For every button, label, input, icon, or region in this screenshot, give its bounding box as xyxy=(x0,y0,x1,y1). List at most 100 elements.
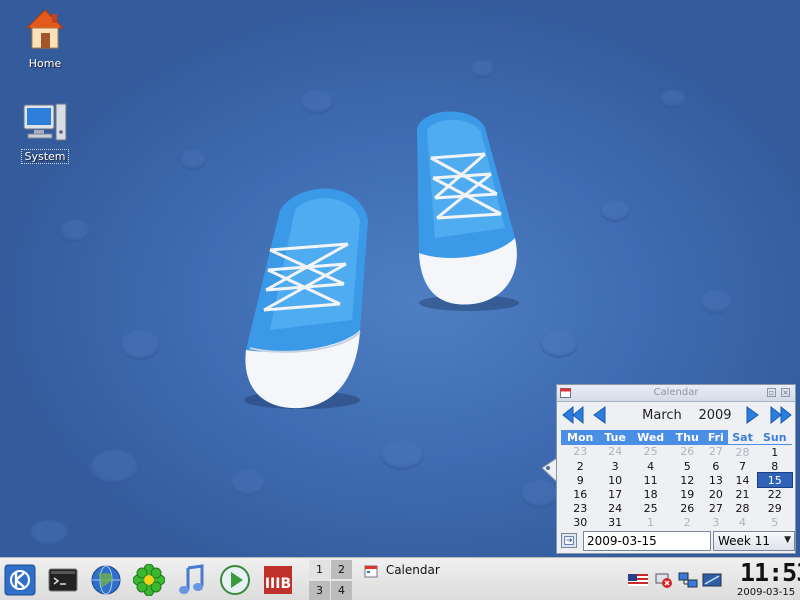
calendar-day[interactable]: 12 xyxy=(670,473,704,487)
calendar-day[interactable]: 23 xyxy=(561,501,599,515)
weekday-header: Sat xyxy=(727,430,758,445)
weekday-header: Mon xyxy=(561,430,600,445)
calendar-day[interactable]: 5 xyxy=(670,459,704,473)
terminal-icon[interactable] xyxy=(47,564,79,596)
clock-time[interactable]: 11:53 xyxy=(740,558,800,587)
calendar-day[interactable]: 24 xyxy=(599,445,630,460)
calendar-day[interactable]: 30 xyxy=(561,515,599,529)
desktop-icon-home[interactable]: Home xyxy=(10,6,80,70)
desktop-icon-system[interactable]: System xyxy=(10,102,80,164)
calendar-day[interactable]: 21 xyxy=(728,487,758,501)
previous-month-button[interactable] xyxy=(591,405,607,425)
calendar-day[interactable]: 24 xyxy=(599,501,630,515)
weekday-header: Tue xyxy=(599,430,631,445)
wallpaper-bubble xyxy=(230,470,266,496)
calendar-day[interactable]: 3 xyxy=(704,515,727,529)
icq-icon[interactable] xyxy=(133,564,165,596)
pager-desktop-1[interactable]: 1 xyxy=(309,560,330,579)
network-icon[interactable] xyxy=(678,572,698,588)
calendar-day[interactable]: 23 xyxy=(561,445,599,460)
calendar-day[interactable]: 2 xyxy=(561,459,599,473)
calendar-day[interactable]: 25 xyxy=(631,445,670,460)
calendar-day[interactable]: 15 xyxy=(756,472,794,488)
calendar-day[interactable]: 1 xyxy=(631,515,670,529)
calendar-day[interactable]: 13 xyxy=(704,473,727,487)
left-sneaker-image xyxy=(244,188,368,409)
calendar-day[interactable]: 7 xyxy=(728,459,758,473)
calendar-day[interactable]: 4 xyxy=(728,515,758,529)
us-flag-icon[interactable] xyxy=(628,572,648,588)
calendar-day[interactable]: 27 xyxy=(704,501,727,515)
calendar-week-row: 23 24 25 26 27 28 1 xyxy=(561,445,792,460)
media-player-icon[interactable] xyxy=(219,564,251,596)
calendar-day[interactable]: 27 xyxy=(704,445,727,460)
weekday-header: Sun xyxy=(757,430,792,445)
calendar-popup: Calendar ▫ × March 2009 Mon Tue Wed Thu xyxy=(556,384,796,554)
pager-desktop-4[interactable]: 4 xyxy=(331,581,352,600)
calendar-day[interactable]: 16 xyxy=(561,487,599,501)
month-label[interactable]: March xyxy=(637,408,687,423)
taskbar-task-calendar[interactable]: Calendar xyxy=(364,563,440,579)
calendar-day[interactable]: 22 xyxy=(758,487,792,501)
pager-desktop-2[interactable]: 2 xyxy=(331,560,352,579)
calendar-day[interactable]: 3 xyxy=(599,459,630,473)
calendar-day[interactable]: 28 xyxy=(728,445,758,460)
desktop-icon-label: Home xyxy=(28,57,62,70)
calendar-day[interactable]: 8 xyxy=(758,459,792,473)
computer-icon xyxy=(23,103,67,141)
wallpaper-bubble xyxy=(380,440,424,470)
wallpaper-bubble xyxy=(90,450,138,484)
network-disconnected-icon[interactable] xyxy=(654,572,674,588)
previous-year-button[interactable] xyxy=(561,405,585,425)
calendar-day[interactable]: 20 xyxy=(704,487,727,501)
next-year-button[interactable] xyxy=(769,405,793,425)
calendar-day[interactable]: 1 xyxy=(758,445,792,460)
calendar-day[interactable]: 25 xyxy=(631,501,670,515)
browser-icon[interactable] xyxy=(90,564,122,596)
wallpaper-bubble xyxy=(470,60,494,78)
calendar-day[interactable]: 5 xyxy=(758,515,792,529)
music-icon[interactable] xyxy=(176,564,208,596)
calendar-day[interactable]: 28 xyxy=(728,501,758,515)
wallpaper-bubble xyxy=(60,220,90,242)
calendar-day[interactable]: 2 xyxy=(670,515,704,529)
maximize-button[interactable]: ▫ xyxy=(767,388,776,397)
calendar-navigation: March 2009 xyxy=(557,402,795,428)
calendar-day[interactable]: 26 xyxy=(670,501,704,515)
date-input[interactable]: 2009-03-15 xyxy=(583,531,711,551)
office-icon[interactable]: IIIB xyxy=(262,564,294,596)
calendar-week-row: 16 17 18 19 20 21 22 xyxy=(561,487,792,501)
year-label[interactable]: 2009 xyxy=(697,408,733,423)
calendar-day[interactable]: 29 xyxy=(758,501,792,515)
calendar-day[interactable]: 19 xyxy=(670,487,704,501)
calendar-titlebar[interactable]: Calendar ▫ × xyxy=(557,385,795,402)
weekday-header-row: Mon Tue Wed Thu Fri Sat Sun xyxy=(561,430,792,445)
wallpaper-bubble xyxy=(660,90,686,108)
week-select-value: Week 11 xyxy=(718,534,770,548)
calendar-day[interactable]: 14 xyxy=(728,473,758,487)
clock-date[interactable]: 2009-03-15 xyxy=(737,587,795,598)
calendar-day[interactable]: 9 xyxy=(561,473,599,487)
date-picker-icon[interactable] xyxy=(561,533,577,548)
right-sneaker-image xyxy=(417,111,519,311)
pager-desktop-3[interactable]: 3 xyxy=(309,581,330,600)
calendar-day[interactable]: 11 xyxy=(631,473,670,487)
calendar-week-row: 30 31 1 2 3 4 5 xyxy=(561,515,792,529)
calendar-day[interactable]: 18 xyxy=(631,487,670,501)
calendar-window-title: Calendar xyxy=(653,387,699,398)
display-icon[interactable] xyxy=(702,572,722,588)
close-button[interactable]: × xyxy=(781,388,790,397)
kde-menu-icon[interactable] xyxy=(4,564,36,596)
calendar-day[interactable]: 31 xyxy=(599,515,630,529)
week-select[interactable]: Week 11 ▼ xyxy=(713,531,795,551)
calendar-day[interactable]: 17 xyxy=(599,487,630,501)
calendar-day[interactable]: 4 xyxy=(631,459,670,473)
calendar-day[interactable]: 6 xyxy=(704,459,727,473)
calendar-day[interactable]: 26 xyxy=(670,445,704,460)
wallpaper-bubble xyxy=(180,150,206,170)
wallpaper-bubble xyxy=(600,200,630,222)
taskbar: IIIB 1 2 3 4 Calendar 11:53 2009-03-15 xyxy=(0,557,800,600)
desktop-pager: 1 2 3 4 xyxy=(309,560,353,600)
next-month-button[interactable] xyxy=(745,405,761,425)
calendar-day[interactable]: 10 xyxy=(599,473,630,487)
